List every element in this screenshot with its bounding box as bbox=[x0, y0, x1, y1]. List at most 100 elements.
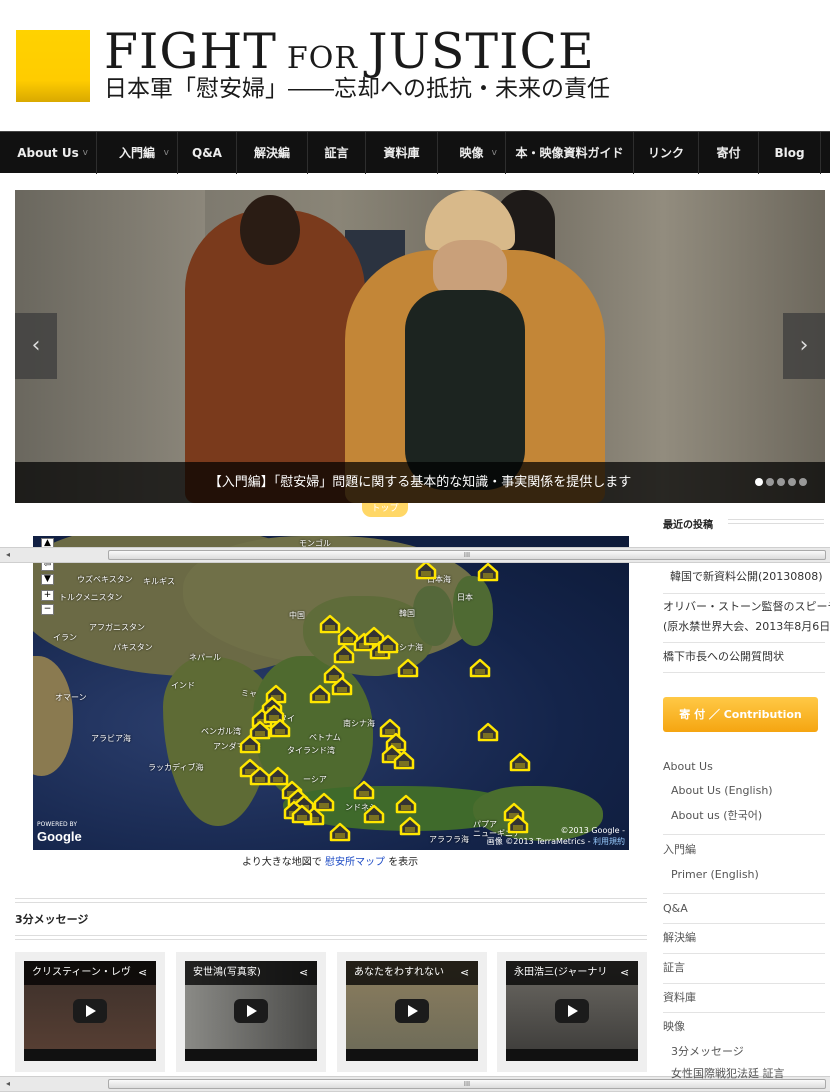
sidebar-menu-primer-en[interactable]: Primer (English) bbox=[671, 867, 759, 883]
map-label: アラビア海 bbox=[91, 734, 131, 743]
larger-map-link[interactable]: 慰安所マップ bbox=[325, 857, 385, 868]
nav-blog[interactable]: Blog bbox=[759, 132, 821, 174]
comfort-station-marker-icon[interactable] bbox=[477, 722, 499, 742]
video-card[interactable]: 安世鴻(写真家) ⋖ bbox=[176, 952, 326, 1072]
google-logo[interactable]: Google bbox=[37, 829, 82, 844]
play-button[interactable] bbox=[555, 999, 589, 1023]
video-title[interactable]: 永田浩三(ジャーナリ bbox=[506, 961, 638, 985]
nav-guide[interactable]: 本・映像資料ガイド bbox=[506, 132, 634, 174]
comfort-station-marker-icon[interactable] bbox=[291, 804, 313, 824]
sidebar-menu-solution[interactable]: 解決編 bbox=[663, 930, 696, 946]
recent-post-link[interactable]: 韓国で新資料公開(20130808) bbox=[670, 567, 823, 587]
comfort-station-marker-icon[interactable] bbox=[363, 804, 385, 824]
map-note-prefix: より大きな地図で bbox=[242, 857, 322, 868]
share-icon[interactable]: ⋖ bbox=[460, 966, 472, 980]
nav-about-us[interactable]: About Us v bbox=[0, 132, 97, 174]
map-imagery-text: 画像 ©2013 TerraMetrics - bbox=[486, 837, 591, 846]
video-card[interactable]: クリスティーン・レヴ ⋖ bbox=[15, 952, 165, 1072]
slider-dot[interactable] bbox=[799, 478, 807, 486]
sidebar-menu-about-us[interactable]: About Us bbox=[663, 759, 713, 775]
map-copyright: ©2013 Google - 画像 ©2013 TerraMetrics - 利… bbox=[487, 825, 625, 847]
video-card[interactable]: あなたをわすれない ⋖ bbox=[337, 952, 487, 1072]
nav-links[interactable]: リンク bbox=[634, 132, 699, 174]
video-title[interactable]: あなたをわすれない bbox=[346, 961, 478, 985]
back-to-top-tab[interactable]: トップ bbox=[362, 503, 408, 517]
video-title[interactable]: 安世鴻(写真家) bbox=[185, 961, 317, 985]
comfort-station-marker-icon[interactable] bbox=[415, 560, 437, 580]
comfort-station-marker-icon[interactable] bbox=[397, 658, 419, 678]
recent-post-link[interactable]: オリバー・ストーン監督のスピーチ bbox=[663, 597, 830, 617]
sidebar-menu-archive[interactable]: 資料庫 bbox=[663, 990, 696, 1006]
recent-post-link-cont[interactable]: (原水禁世界大会、2013年8月6日) bbox=[663, 617, 830, 637]
video-card[interactable]: 永田浩三(ジャーナリ ⋖ bbox=[497, 952, 647, 1072]
logo-square[interactable] bbox=[16, 30, 90, 102]
share-icon[interactable]: ⋖ bbox=[299, 966, 311, 980]
chevron-down-icon: v bbox=[163, 148, 169, 158]
sidebar-menu-3min[interactable]: 3分メッセージ bbox=[671, 1044, 744, 1060]
slider-prev-button[interactable]: ‹ bbox=[15, 313, 57, 379]
slider-dot[interactable] bbox=[766, 478, 774, 486]
share-icon[interactable]: ⋖ bbox=[620, 966, 632, 980]
sidebar-menu-about-us-ko[interactable]: About us (한국어) bbox=[671, 808, 762, 824]
slide-caption[interactable]: 【入門編】「慰安婦」問題に関する基本的な知識・事実関係を提供します bbox=[15, 462, 825, 503]
main-nav: About Us v 入門編 v Q&A 解決編 証言 資料庫 映像 v 本・映像資料… bbox=[0, 131, 830, 174]
map-label: トルクメニスタン bbox=[59, 593, 123, 602]
comfort-station-map[interactable]: モンゴル ウズベキスタン キルギス トルクメニスタン アフガニスタン イラン パ… bbox=[33, 536, 629, 850]
comfort-station-marker-icon[interactable] bbox=[329, 822, 351, 842]
slider-dot[interactable] bbox=[777, 478, 785, 486]
slider-next-button[interactable]: › bbox=[783, 313, 825, 379]
sidebar-menu-about-us-en[interactable]: About Us (English) bbox=[671, 783, 773, 799]
map-terms-link[interactable]: 利用規約 bbox=[593, 837, 625, 846]
play-button[interactable] bbox=[73, 999, 107, 1023]
play-button[interactable] bbox=[234, 999, 268, 1023]
slider-dot[interactable] bbox=[788, 478, 796, 486]
comfort-station-marker-icon[interactable] bbox=[399, 816, 421, 836]
zoom-in-button[interactable]: + bbox=[41, 590, 54, 601]
slider-dot[interactable] bbox=[755, 478, 763, 486]
scroll-thumb[interactable]: III bbox=[108, 550, 826, 560]
sidebar-menu-qa[interactable]: Q&A bbox=[663, 901, 688, 917]
nav-testimony[interactable]: 証言 bbox=[308, 132, 366, 174]
comfort-station-marker-icon[interactable] bbox=[469, 658, 491, 678]
pan-down-control[interactable]: ▼ bbox=[41, 574, 54, 585]
comfort-station-marker-icon[interactable] bbox=[331, 676, 353, 696]
comfort-station-marker-icon[interactable] bbox=[309, 684, 331, 704]
comfort-station-marker-icon[interactable] bbox=[477, 562, 499, 582]
comfort-station-marker-icon[interactable] bbox=[269, 718, 291, 738]
share-icon[interactable]: ⋖ bbox=[138, 966, 150, 980]
nav-primer[interactable]: 入門編 v bbox=[97, 132, 178, 174]
nav-donate[interactable]: 寄付 bbox=[699, 132, 759, 174]
play-button[interactable] bbox=[395, 999, 429, 1023]
nav-video[interactable]: 映像 v bbox=[438, 132, 506, 174]
nav-donate-label: 寄付 bbox=[716, 146, 741, 160]
nav-solution[interactable]: 解決編 bbox=[237, 132, 308, 174]
section-title: 3分メッセージ bbox=[15, 913, 89, 926]
comfort-station-marker-icon[interactable] bbox=[377, 634, 399, 654]
comfort-station-marker-icon[interactable] bbox=[353, 780, 375, 800]
sidebar-menu-tribunal[interactable]: 女性国際戦犯法廷 証言 bbox=[671, 1066, 785, 1082]
sidebar-menu-primer[interactable]: 入門編 bbox=[663, 842, 696, 858]
comfort-station-marker-icon[interactable] bbox=[333, 644, 355, 664]
video-thumbnail[interactable]: 永田浩三(ジャーナリ ⋖ bbox=[506, 961, 638, 1061]
video-thumbnail[interactable]: 安世鴻(写真家) ⋖ bbox=[185, 961, 317, 1061]
horizontal-scrollbar[interactable]: ◂ III bbox=[0, 547, 830, 563]
sidebar-menu-testimony[interactable]: 証言 bbox=[663, 960, 685, 976]
sidebar-menu-video[interactable]: 映像 bbox=[663, 1019, 685, 1035]
nav-qa[interactable]: Q&A bbox=[178, 132, 237, 174]
comfort-station-marker-icon[interactable] bbox=[239, 734, 261, 754]
nav-archive[interactable]: 資料庫 bbox=[366, 132, 438, 174]
comfort-station-marker-icon[interactable] bbox=[509, 752, 531, 772]
video-thumbnail[interactable]: あなたをわすれない ⋖ bbox=[346, 961, 478, 1061]
zoom-out-button[interactable]: − bbox=[41, 604, 54, 615]
scroll-left-arrow[interactable]: ◂ bbox=[0, 548, 16, 562]
scroll-left-arrow[interactable]: ◂ bbox=[0, 1077, 16, 1091]
video-thumbnail[interactable]: クリスティーン・レヴ ⋖ bbox=[24, 961, 156, 1061]
comfort-station-marker-icon[interactable] bbox=[395, 794, 417, 814]
video-title[interactable]: クリスティーン・レヴ bbox=[24, 961, 156, 985]
map-label: キルギス bbox=[143, 577, 175, 586]
recent-post-link[interactable]: 橋下市長への公開質問状 bbox=[663, 647, 784, 667]
comfort-station-marker-icon[interactable] bbox=[393, 750, 415, 770]
donate-button[interactable]: 寄 付 ／ Contribution bbox=[663, 697, 818, 732]
map-label: ミャ bbox=[241, 689, 257, 698]
map-label: ラッカディブ海 bbox=[148, 763, 204, 772]
